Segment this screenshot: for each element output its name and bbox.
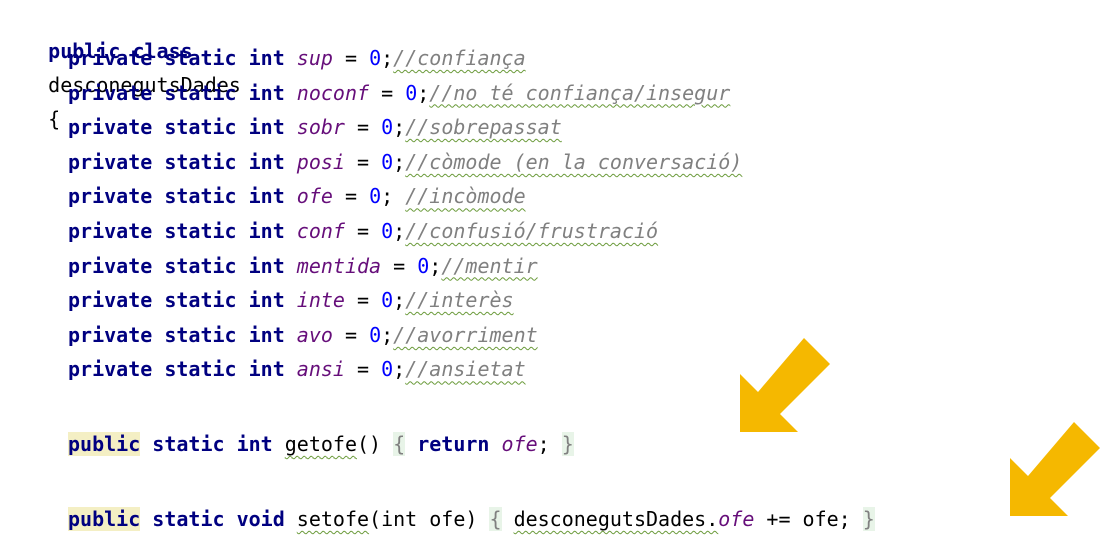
field-modifiers: private static int <box>68 219 285 243</box>
field-name: posi <box>296 149 345 174</box>
field-declaration: private static int ofe = 0; //incòmode <box>68 179 526 213</box>
getter-modifiers: static int <box>140 432 285 456</box>
field-semicolon: ; <box>381 322 394 347</box>
field-declaration: private static int ansi = 0;//ansietat <box>68 352 526 386</box>
setter-params: (int ofe) <box>369 507 490 531</box>
field-name: noconf <box>296 80 370 105</box>
field-semicolon: ; <box>381 46 394 70</box>
setter-field: ofe <box>718 507 755 531</box>
field-semicolon: ; <box>393 115 406 140</box>
field-modifiers: private static int <box>68 184 285 209</box>
field-assign: = <box>381 80 406 105</box>
field-semicolon: ; <box>393 288 406 313</box>
field-comment: //confiança <box>393 46 526 70</box>
field-value: 0 <box>381 115 394 140</box>
setter-class-ref: desconegutsDades. <box>513 507 719 531</box>
field-assign: = <box>357 115 382 140</box>
field-declaration: private static int posi = 0;//còmode (en… <box>68 145 742 179</box>
field-semicolon: ; <box>393 357 406 382</box>
field-assign: = <box>357 357 382 382</box>
setter-open-brace: { <box>489 507 502 531</box>
field-assign: = <box>393 253 418 278</box>
arrow-icon <box>1010 422 1100 516</box>
field-declaration: private static int noconf = 0;//no té co… <box>68 76 730 110</box>
field-declaration: private static int sobr = 0;//sobrepassa… <box>68 110 562 144</box>
field-value: 0 <box>405 80 418 105</box>
getter-semicolon: ; <box>537 432 562 456</box>
field-comment: //sobrepassat <box>405 115 562 140</box>
field-modifiers: private static int <box>68 80 285 105</box>
field-assign: = <box>344 184 370 209</box>
field-semicolon: ; <box>417 80 430 105</box>
field-modifiers: private static int <box>68 357 285 382</box>
field-name: inte <box>296 288 345 313</box>
class-declaration: public class desconegutsDades { <box>0 0 241 131</box>
field-comment: //còmode (en la conversació) <box>405 149 743 174</box>
field-value: 0 <box>369 322 382 347</box>
field-name: ansi <box>296 357 345 382</box>
getter-open-brace: { <box>393 432 406 456</box>
getter-name: getofe <box>284 432 357 456</box>
getter-field: ofe <box>501 432 538 456</box>
setter-method: public static void setofe(int ofe) { des… <box>68 502 875 536</box>
getter-return-keyword: return <box>417 432 490 456</box>
field-name: ofe <box>296 184 333 209</box>
field-modifiers: private static int <box>68 322 285 347</box>
arrow-icon <box>740 338 830 432</box>
field-name: avo <box>296 322 333 347</box>
field-declaration: private static int conf = 0;//confusió/f… <box>68 214 658 248</box>
field-declaration: private static int avo = 0;//avorriment <box>68 318 538 352</box>
field-value: 0 <box>381 357 394 382</box>
field-comment: //avorriment <box>393 322 538 347</box>
field-comment: //mentir <box>441 253 538 278</box>
field-declaration: private static int sup = 0;//confiança <box>68 41 526 75</box>
code-editor[interactable]: public class desconegutsDades { private … <box>0 0 1108 557</box>
field-assign: = <box>344 322 370 347</box>
field-value: 0 <box>381 288 394 313</box>
field-value: 0 <box>381 149 394 174</box>
setter-public-keyword: public <box>68 507 141 531</box>
field-value: 0 <box>369 46 382 70</box>
setter-operation: += ofe; <box>754 507 863 531</box>
field-modifiers: private static int <box>68 149 285 174</box>
getter-close-brace: } <box>561 432 574 456</box>
field-modifiers: private static int <box>68 46 285 70</box>
field-name: mentida <box>296 253 382 278</box>
field-assign: = <box>357 288 382 313</box>
field-name: conf <box>296 219 345 243</box>
field-assign: = <box>357 219 382 243</box>
field-declaration: private static int inte = 0;//interès <box>68 283 514 317</box>
field-assign: = <box>344 46 370 70</box>
getter-params: () <box>357 432 394 456</box>
field-value: 0 <box>381 219 394 243</box>
field-comment: //ansietat <box>405 357 526 382</box>
field-semicolon: ; <box>393 219 406 243</box>
field-modifiers: private static int <box>68 288 285 313</box>
field-value: 0 <box>417 253 430 278</box>
field-name: sobr <box>296 115 345 140</box>
setter-name: setofe <box>296 507 370 531</box>
field-name: sup <box>296 46 333 70</box>
field-declaration: private static int mentida = 0;//mentir <box>68 249 538 283</box>
field-comment: //interès <box>405 288 514 313</box>
field-semicolon: ; <box>393 149 406 174</box>
field-assign: = <box>357 149 382 174</box>
field-modifiers: private static int <box>68 115 285 140</box>
class-open-brace: { <box>48 107 61 131</box>
getter-method: public static int getofe() { return ofe;… <box>68 427 574 461</box>
field-semicolon: ; <box>381 184 406 209</box>
getter-public-keyword: public <box>68 432 141 456</box>
field-semicolon: ; <box>429 253 442 278</box>
field-comment: //incòmode <box>405 184 526 209</box>
field-value: 0 <box>369 184 382 209</box>
field-comment: //no té confiança/insegur <box>429 80 731 105</box>
setter-close-brace: } <box>862 507 875 531</box>
setter-modifiers: static void <box>140 507 297 531</box>
field-comment: //confusió/frustració <box>405 219 659 243</box>
field-modifiers: private static int <box>68 253 285 278</box>
